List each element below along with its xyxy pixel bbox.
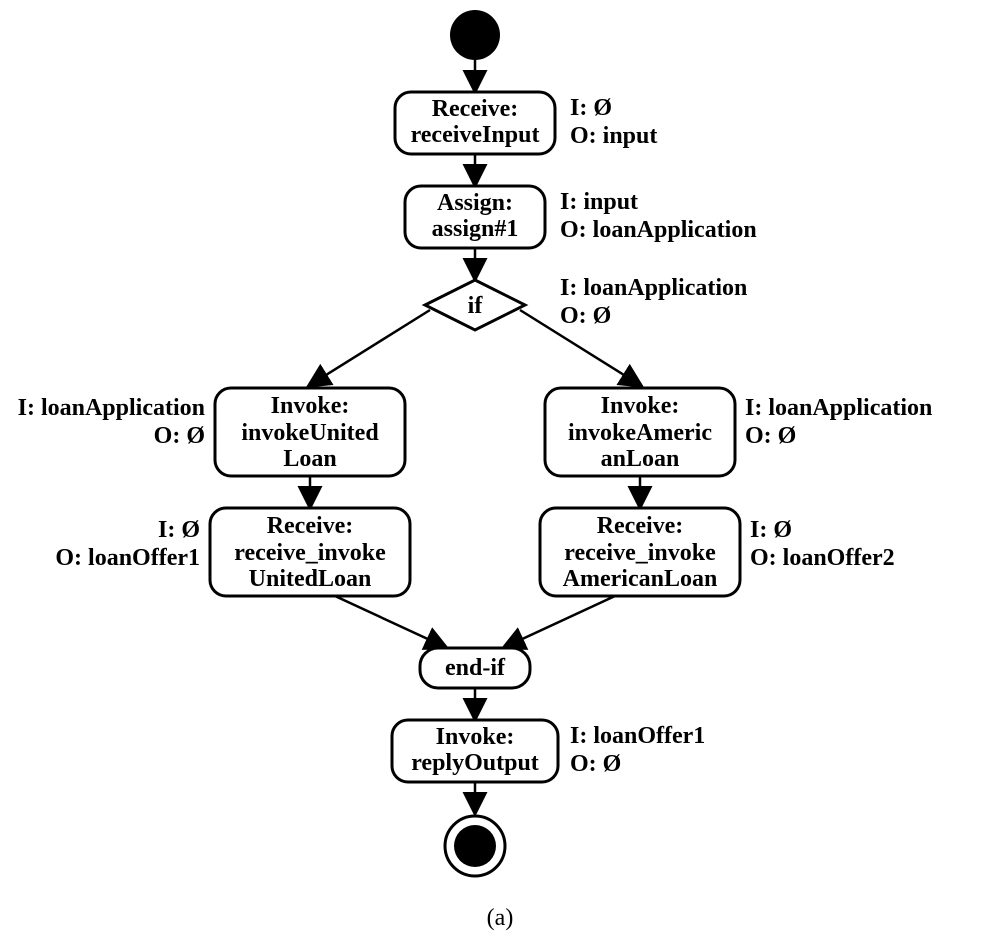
node-receive-input-line1: Receive: bbox=[432, 96, 519, 122]
node-invoke-united-l1: Invoke: bbox=[271, 393, 350, 419]
edge-if-to-invoke-united bbox=[310, 310, 430, 385]
node-if-label: if bbox=[468, 293, 484, 319]
io-receive-american-i: I: Ø bbox=[750, 517, 792, 543]
node-receive-american-l3: AmericanLoan bbox=[563, 566, 718, 592]
edge-receive-american-to-endif bbox=[505, 596, 615, 647]
io-receive-american-o: O: loanOffer2 bbox=[750, 545, 895, 571]
io-invoke-united-o: O: Ø bbox=[154, 423, 205, 449]
node-invoke-american-l3: anLoan bbox=[601, 446, 680, 472]
io-receive-united-i: I: Ø bbox=[158, 517, 200, 543]
edge-receive-united-to-endif bbox=[335, 596, 445, 647]
io-receive-united-o: O: loanOffer1 bbox=[55, 545, 200, 571]
node-invoke-american-l1: Invoke: bbox=[601, 393, 680, 419]
node-receive-american-l1: Receive: bbox=[597, 513, 684, 539]
io-if-i: I: loanApplication bbox=[560, 275, 747, 301]
start-node bbox=[450, 10, 500, 60]
node-invoke-united-l2: invokeUnited bbox=[241, 420, 379, 446]
io-invoke-united-i: I: loanApplication bbox=[18, 395, 205, 421]
node-invoke-united-l3: Loan bbox=[283, 446, 336, 472]
io-invoke-american-o: O: Ø bbox=[745, 423, 796, 449]
node-endif-label: end-if bbox=[445, 655, 506, 681]
node-invoke-american-l2: invokeAmeric bbox=[568, 420, 712, 446]
node-assign-line1: Assign: bbox=[437, 190, 513, 216]
io-if-o: O: Ø bbox=[560, 303, 611, 329]
node-receive-input-line2: receiveInput bbox=[411, 122, 540, 148]
node-assign-line2: assign#1 bbox=[432, 216, 519, 242]
io-reply-o: O: Ø bbox=[570, 751, 621, 777]
io-reply-i: I: loanOffer1 bbox=[570, 723, 705, 749]
activity-diagram: Receive: receiveInput I: Ø O: input Assi… bbox=[0, 0, 1000, 949]
io-assign-o: O: loanApplication bbox=[560, 217, 757, 243]
end-node-inner bbox=[454, 825, 496, 867]
io-assign-i: I: input bbox=[560, 189, 638, 215]
node-receive-united-l1: Receive: bbox=[267, 513, 354, 539]
io-receive-input-i: I: Ø bbox=[570, 95, 612, 121]
node-reply-l2: replyOutput bbox=[411, 750, 539, 776]
io-receive-input-o: O: input bbox=[570, 123, 657, 149]
node-receive-united-l2: receive_invoke bbox=[234, 540, 386, 566]
io-invoke-american-i: I: loanApplication bbox=[745, 395, 932, 421]
node-receive-american-l2: receive_invoke bbox=[564, 540, 716, 566]
node-reply-l1: Invoke: bbox=[436, 724, 515, 750]
caption: (a) bbox=[487, 905, 514, 931]
node-receive-united-l3: UnitedLoan bbox=[249, 566, 372, 592]
